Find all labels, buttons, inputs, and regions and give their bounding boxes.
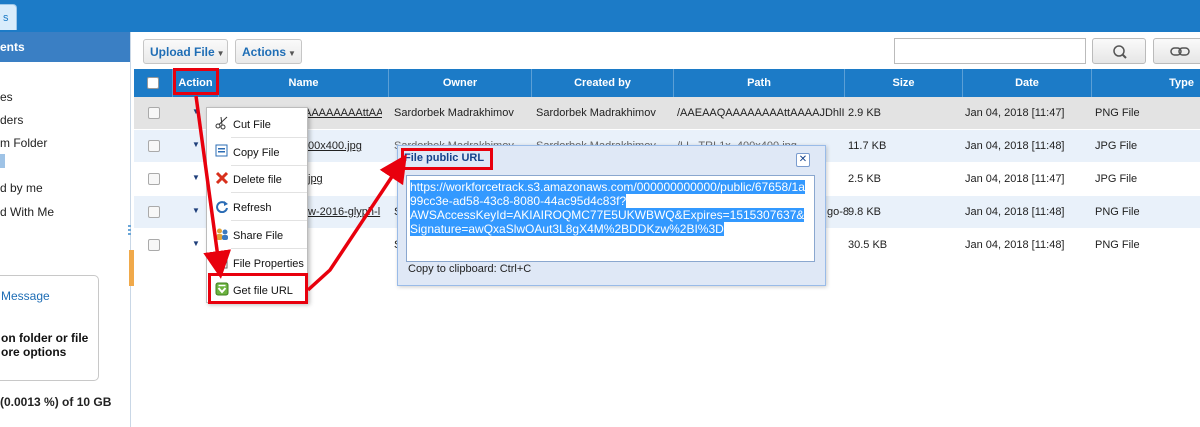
message-body: on folder or file ore options — [1, 331, 89, 359]
upload-file-button[interactable]: Upload File ▼ — [143, 39, 228, 64]
column-name[interactable]: Name — [219, 69, 389, 97]
search-icon — [1113, 45, 1127, 59]
row-size: 2.9 KB — [848, 107, 882, 119]
menu-item-refresh[interactable]: Refresh — [207, 193, 307, 221]
row-checkbox[interactable] — [148, 107, 160, 119]
row-path: go-8 — [827, 206, 850, 218]
column-date[interactable]: Date — [963, 69, 1092, 97]
message-title[interactable]: Message — [1, 289, 50, 303]
chevron-down-icon: ▼ — [288, 49, 296, 58]
properties-icon — [216, 255, 228, 269]
highlight-get-file-url — [208, 273, 308, 304]
app-tab-label: s — [3, 12, 9, 24]
menu-item-label: Refresh — [233, 202, 272, 214]
highlight-dialog-title — [401, 148, 493, 170]
row-name[interactable]: 00x400.jpg — [308, 140, 388, 152]
url-line: 99cc3e-ad58-43c8-8080-44ac95d4c83f? — [410, 194, 627, 208]
search-input[interactable] — [894, 38, 1086, 64]
folder-icon — [0, 154, 5, 168]
row-date: Jan 04, 2018 [11:47] — [965, 107, 1065, 119]
menu-item-delete-file[interactable]: Delete file — [207, 165, 307, 193]
row-size: 11.7 KB — [848, 140, 887, 152]
search-button[interactable] — [1092, 38, 1146, 64]
actions-button[interactable]: Actions ▼ — [235, 39, 302, 64]
scissors-icon — [215, 116, 228, 130]
url-line: AWSAccessKeyId=AKIAIROQMC77E5UKWBWQ&Expi… — [410, 208, 805, 222]
row-path: /AAEAAQAAAAAAAAttAAAAJDhlI — [677, 107, 845, 119]
actions-label: Actions — [242, 45, 287, 59]
row-action-caret-icon[interactable]: ▼ — [192, 173, 200, 182]
menu-item-label: Share File — [233, 230, 284, 242]
table-header: Action Name Owner Created by Path Size D… — [134, 69, 1200, 97]
sidebar-header: ents — [0, 32, 130, 62]
chevron-down-icon: ▼ — [216, 49, 225, 58]
row-type: JPG File — [1095, 140, 1138, 152]
row-action-caret-icon[interactable]: ▼ — [192, 239, 200, 248]
menu-item-label: Copy File — [233, 147, 280, 159]
app-tab[interactable]: s — [0, 4, 17, 30]
url-line: Signature=awQxaSlwOAut3L8gX4M%2BDDKzw%2B… — [410, 222, 724, 236]
link-icon — [1170, 47, 1190, 56]
sidebar-item-custom-folder[interactable]: m Folder — [0, 136, 47, 150]
row-type: PNG File — [1095, 239, 1140, 251]
row-type: JPG File — [1095, 173, 1138, 185]
row-date: Jan 04, 2018 [11:48] — [965, 239, 1065, 251]
sidebar-item-shared-with-me[interactable]: d With Me — [0, 205, 54, 219]
row-size: 30.5 KB — [848, 239, 888, 251]
sidebar-item-files[interactable]: es — [0, 90, 13, 104]
close-icon[interactable]: ✕ — [796, 153, 810, 167]
row-owner: Sardorbek Madrakhimov — [394, 107, 514, 119]
row-size: 9.8 KB — [848, 206, 882, 218]
menu-item-label: Cut File — [233, 119, 271, 131]
row-name[interactable]: AAAAAAAAttAAA — [304, 107, 382, 119]
link-button[interactable] — [1153, 38, 1200, 64]
menu-item-cut-file[interactable]: Cut File — [207, 110, 307, 138]
menu-item-share-file[interactable]: Share File — [207, 221, 307, 249]
row-type: PNG File — [1095, 107, 1140, 119]
row-checkbox[interactable] — [148, 140, 160, 152]
upload-file-label: Upload File — [150, 45, 215, 59]
message-box: Message on folder or file ore options — [0, 275, 99, 381]
sidebar-item-shared-by-me[interactable]: d by me — [0, 181, 43, 195]
top-bar: s — [0, 0, 1200, 32]
copy-hint: Copy to clipboard: Ctrl+C — [408, 263, 532, 275]
menu-item-label: File Properties — [233, 258, 304, 270]
refresh-icon — [216, 201, 228, 213]
select-all-checkbox[interactable] — [147, 77, 159, 89]
row-date: Jan 04, 2018 [11:48] — [965, 140, 1065, 152]
row-name[interactable]: w-2016-glyph-l — [308, 206, 382, 218]
row-date: Jan 04, 2018 [11:47] — [965, 173, 1065, 185]
column-size[interactable]: Size — [845, 69, 963, 97]
sidebar: ents es ders m Folder d by me d With Me … — [0, 32, 131, 427]
url-textarea[interactable]: https://workforcetrack.s3.amazonaws.com/… — [406, 175, 815, 262]
delete-icon — [215, 171, 229, 185]
storage-usage: (0.0013 %) of 10 GB — [0, 395, 112, 409]
toolbar: Upload File ▼ Actions ▼ — [137, 32, 1200, 69]
row-type: PNG File — [1095, 206, 1140, 218]
row-name[interactable]: jpg — [308, 173, 368, 185]
column-owner[interactable]: Owner — [389, 69, 532, 97]
share-icon — [216, 228, 228, 240]
column-created-by[interactable]: Created by — [532, 69, 674, 97]
row-checkbox[interactable] — [148, 239, 160, 251]
sidebar-item-folders[interactable]: ders — [0, 113, 23, 127]
row-date: Jan 04, 2018 [11:48] — [965, 206, 1065, 218]
highlight-action-header — [173, 68, 219, 95]
row-checkbox[interactable] — [148, 173, 160, 185]
header-select-all[interactable] — [134, 69, 173, 97]
column-type[interactable]: Type — [1092, 69, 1200, 97]
column-path[interactable]: Path — [674, 69, 845, 97]
row-created-by: Sardorbek Madrakhimov — [536, 107, 656, 119]
menu-item-label: Delete file — [233, 174, 282, 186]
row-action-caret-icon[interactable]: ▼ — [192, 107, 200, 116]
copy-icon — [215, 144, 228, 157]
row-checkbox[interactable] — [148, 206, 160, 218]
splitter-grip[interactable] — [128, 225, 131, 237]
row-size: 2.5 KB — [848, 173, 882, 185]
url-line: https://workforcetrack.s3.amazonaws.com/… — [410, 180, 805, 194]
row-action-caret-icon[interactable]: ▼ — [192, 140, 200, 149]
row-action-caret-icon[interactable]: ▼ — [192, 206, 200, 215]
menu-item-copy-file[interactable]: Copy File — [207, 138, 307, 166]
